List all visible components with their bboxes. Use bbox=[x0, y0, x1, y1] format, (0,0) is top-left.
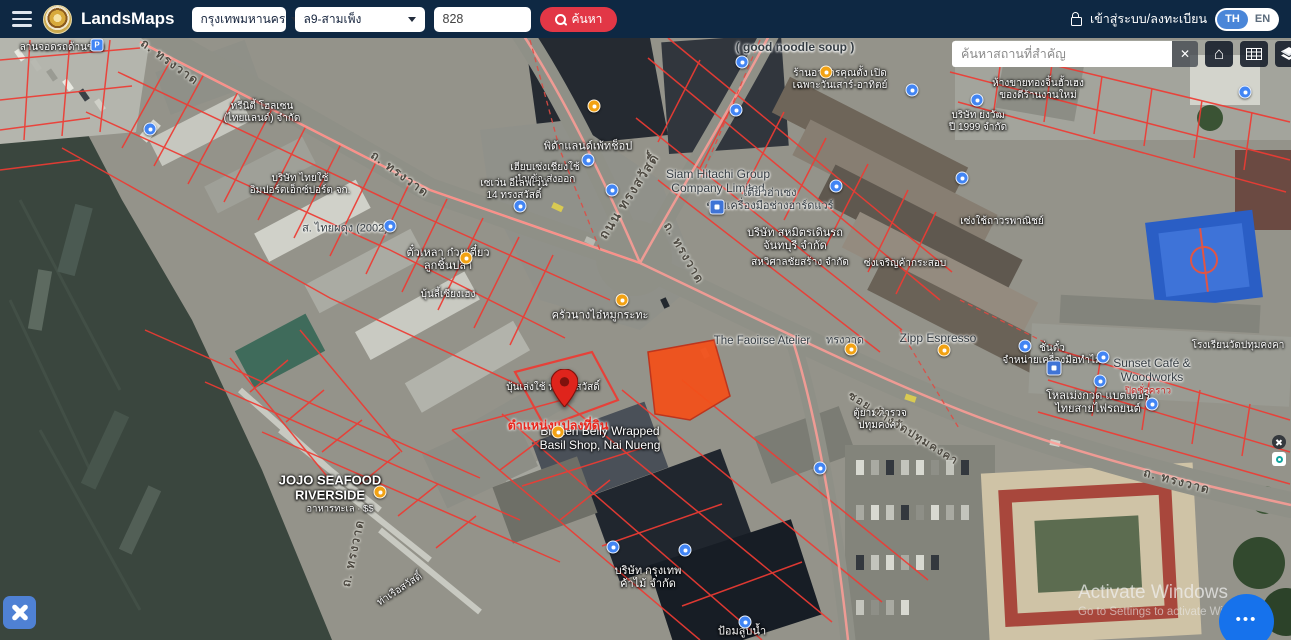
language-toggle: TH EN bbox=[1215, 8, 1279, 31]
landmark-search-bar: ✕ ⌂ bbox=[952, 41, 1291, 67]
app-title: LandsMaps bbox=[81, 9, 175, 29]
map-canvas[interactable]: ( good noodle soup )ลานจอดรถด้านข้างทรีน… bbox=[0, 0, 1291, 640]
chevron-down-icon bbox=[408, 17, 416, 22]
district-select[interactable]: ล9-สามเพ็ง bbox=[295, 7, 425, 32]
province-select-value: กรุงเทพมหานคร bbox=[201, 10, 286, 29]
clear-search-button[interactable]: ✕ bbox=[1172, 41, 1198, 67]
search-button-label: ค้นหา bbox=[572, 10, 603, 29]
district-select-value: ล9-สามเพ็ง bbox=[304, 10, 362, 29]
login-register-link[interactable]: เข้าสู่ระบบ/ลงทะเบียน bbox=[1090, 9, 1207, 29]
lang-th-button[interactable]: TH bbox=[1217, 10, 1248, 29]
more-options-fab[interactable]: ••• bbox=[1219, 594, 1274, 640]
home-button[interactable]: ⌂ bbox=[1205, 41, 1233, 67]
province-select[interactable]: กรุงเทพมหานคร bbox=[192, 7, 286, 32]
top-navbar: LandsMaps กรุงเทพมหานคร ล9-สามเพ็ง ค้นหา… bbox=[0, 0, 1291, 38]
overlay-close-icon[interactable] bbox=[1272, 435, 1286, 449]
extension-badge-icon[interactable] bbox=[1272, 452, 1286, 466]
landmark-search-input[interactable] bbox=[952, 41, 1172, 67]
home-icon: ⌂ bbox=[1214, 45, 1224, 62]
satellite-imagery bbox=[0, 0, 1291, 640]
department-of-lands-logo bbox=[43, 5, 72, 34]
search-button[interactable]: ค้นหา bbox=[540, 7, 618, 32]
measure-tools-button[interactable] bbox=[3, 596, 36, 629]
lang-en-button[interactable]: EN bbox=[1248, 13, 1277, 25]
parcel-location-marker-icon bbox=[551, 369, 578, 407]
layers-icon bbox=[1281, 47, 1291, 61]
search-icon bbox=[555, 14, 566, 25]
grid-button[interactable] bbox=[1240, 41, 1268, 67]
layers-button[interactable] bbox=[1275, 41, 1291, 67]
parcel-number-input[interactable] bbox=[434, 7, 531, 32]
hamburger-menu-icon[interactable] bbox=[12, 11, 32, 27]
lock-icon bbox=[1071, 17, 1082, 26]
grid-icon bbox=[1246, 48, 1262, 60]
